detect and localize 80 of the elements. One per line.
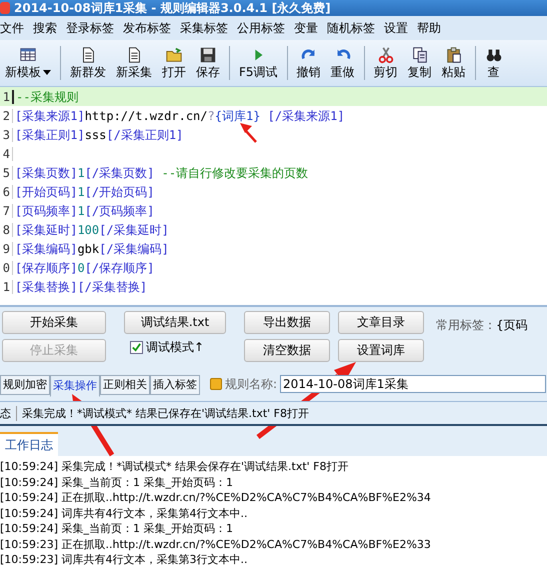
line-number: 1 (0, 280, 13, 294)
log-line: [10:59:24] 正在抓取..http://t.wzdr.cn/?%CE%D2%CA%C7%B4%CA%BF%E2%34 (0, 490, 432, 506)
line-number: 3 (0, 128, 13, 142)
annotation-arrow (240, 123, 257, 143)
menu-item[interactable]: 随机标签 (327, 20, 375, 36)
log-line: [10:59:24] 采集完成！*调试模式* 结果会保存在'调试结果.txt' F8打开 (0, 459, 350, 474)
table-icon (19, 46, 37, 64)
checkbox-label: 调试模式↑ (146, 339, 204, 356)
window-title: 2014-10-08词库1采集 - 规则编辑器3.0.4.1 [永久免费] (14, 0, 331, 16)
line-number: 6 (0, 184, 13, 198)
export-button[interactable]: 导出数据 (244, 311, 330, 334)
common-tag-link[interactable]: {页码 (496, 317, 528, 375)
toolbar-button[interactable]: 打开 (157, 46, 191, 80)
checkbox[interactable] (130, 341, 143, 354)
rule-name-field[interactable]: 2014-10-08词库1采集 (280, 375, 546, 393)
menu-item[interactable]: 帮助 (417, 20, 441, 36)
menu-item[interactable]: 登录标签 (66, 20, 114, 36)
toolbar-button[interactable]: 查 (480, 46, 508, 80)
log-line: [10:59:24] 采集_当前页：1 采集_开始页码：1 (0, 521, 234, 536)
code-line: [采集编码]gbk[/采集编码] (15, 242, 169, 256)
toolbar-button[interactable]: 保存 (191, 46, 225, 80)
caret-icon (43, 70, 51, 74)
code-line: [开始页码]1[/开始页码] (15, 184, 154, 198)
common-tags-label: 常用标签： (436, 317, 496, 334)
log-line: [10:59:24] 采集_当前页：1 采集_开始页码：1 (0, 474, 234, 490)
menu-item[interactable]: 公用标签 (237, 20, 285, 36)
menu-item[interactable]: 搜索 (33, 20, 57, 36)
copy-icon (410, 46, 429, 64)
wordlist-button[interactable]: 设置词库 (338, 339, 424, 362)
line-number: 7 (0, 204, 13, 218)
status-label: 态 (0, 406, 17, 420)
tab[interactable]: 插入标签 (150, 375, 200, 395)
code-line: [采集页数]1[/采集页数] --请自行修改要采集的页数 (15, 166, 308, 180)
folder-icon (165, 46, 183, 64)
rule-name-label: 规则名称: (225, 376, 278, 392)
toolbar-button[interactable]: 撤销 (292, 46, 326, 80)
line-number: 4 (0, 146, 13, 160)
code-line: [采集来源1]http://t.wzdr.cn/?{词库1} [/采集来源1] (15, 108, 345, 122)
line-number: 2 (0, 108, 13, 122)
code-editor[interactable] (0, 87, 547, 307)
toolbar-button[interactable]: F5调试 (234, 46, 283, 80)
code-line: [采集替换][/采集替换] (15, 280, 148, 294)
debug-result-button[interactable]: 调试结果.txt (124, 311, 226, 334)
tab[interactable]: 采集操作 (50, 375, 100, 397)
toolbar-button[interactable]: 剪切 (368, 46, 403, 80)
log-line: [10:59:24] 词库共有4行文本，采集第4行文本中.. (0, 506, 248, 521)
toolbar-button[interactable]: 新模板 (0, 46, 56, 80)
toolbar-button[interactable]: 新群发 (65, 46, 111, 80)
clear-button[interactable]: 清空数据 (244, 339, 330, 362)
menu-item[interactable]: 发布标签 (123, 20, 171, 36)
toolbar-button[interactable]: 新采集 (111, 46, 157, 80)
toolbar-button[interactable]: 复制 (402, 46, 437, 80)
app-icon (0, 2, 10, 14)
code-line: [保存顺序]0[/保存顺序] (15, 260, 154, 274)
line-number: 1 (0, 90, 14, 104)
catalog-button[interactable]: 文章目录 (338, 311, 424, 334)
menu-item[interactable]: 变量 (294, 20, 318, 36)
toolbar-button[interactable]: 重做 (326, 46, 360, 80)
tab[interactable]: 规则加密 (0, 375, 50, 395)
line-number: 5 (0, 166, 13, 180)
log-line: [10:59:23] 正在抓取..http://t.wzdr.cn/?%CE%D2%CA%C7%B4%CA%BF%E2%33 (0, 536, 432, 552)
tab[interactable]: 正则相关 (100, 375, 150, 395)
menu-item[interactable]: 文件 (0, 20, 24, 36)
scissors-icon (376, 46, 395, 64)
line-number: 8 (0, 222, 13, 236)
menu-item[interactable]: 设置 (384, 20, 408, 36)
annotation-arrow (72, 394, 114, 456)
toolbar-button[interactable]: 粘贴 (436, 46, 471, 80)
log-line: [10:59:23] 词库共有4行文本，采集第3行文本中.. (0, 552, 248, 568)
log-tab[interactable]: 工作日志 (0, 432, 58, 456)
code-line: [采集延时]100[/采集延时] (15, 222, 169, 236)
code-line: [页码频率]1[/页码频率] (15, 204, 154, 218)
clipboard-icon (444, 46, 463, 64)
menu-item[interactable]: 采集标签 (180, 20, 228, 36)
line-number: 9 (0, 242, 13, 256)
start-button[interactable]: 开始采集 (2, 311, 106, 334)
line-number: 0 (0, 260, 13, 274)
code-line: --采集规则 (16, 90, 78, 104)
status-message: 采集完成！*调试模式* 结果已保存在'调试结果.txt' F8打开 (22, 406, 309, 420)
code-line: [采集正则1]sss[/采集正则1] (15, 128, 184, 142)
